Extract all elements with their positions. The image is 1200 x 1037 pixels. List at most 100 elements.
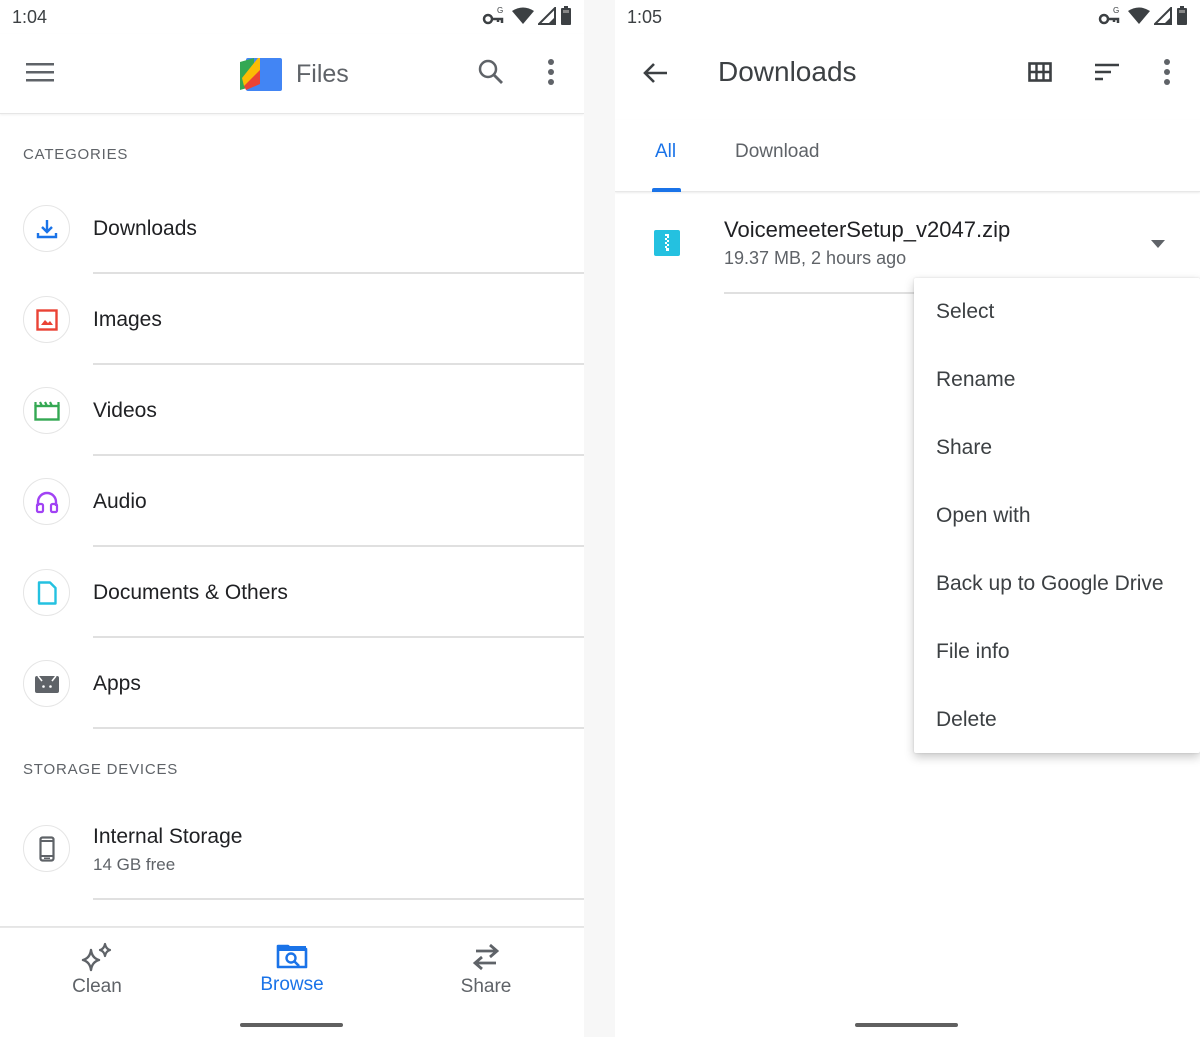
menu-item-select[interactable]: Select — [936, 300, 994, 324]
phone-icon — [38, 835, 55, 862]
vpn-key-icon: G — [1098, 6, 1120, 25]
category-apps[interactable]: Apps — [0, 639, 584, 730]
cell-signal-icon — [538, 7, 556, 25]
divider — [93, 363, 584, 365]
svg-text:G: G — [497, 6, 503, 15]
file-context-menu: Select Rename Share Open with Back up to… — [914, 278, 1200, 753]
home-gesture-bar[interactable] — [240, 1023, 343, 1027]
category-icon-circle — [23, 569, 70, 616]
menu-item-rename[interactable]: Rename — [936, 368, 1015, 392]
category-label: Documents & Others — [93, 581, 288, 604]
divider — [93, 898, 584, 900]
nav-clean[interactable]: Clean — [37, 942, 157, 998]
status-bar: 1:04 G — [0, 0, 584, 34]
search-icon — [478, 59, 503, 84]
zip-file-icon — [654, 230, 680, 256]
nav-label: Browse — [260, 974, 324, 995]
tab-bar: All Download — [615, 120, 1200, 192]
storage-free-space: 14 GB free — [93, 855, 176, 874]
folder-search-icon — [276, 944, 308, 969]
sort-button[interactable] — [1087, 52, 1127, 92]
status-bar: 1:05 G — [615, 0, 1200, 34]
menu-item-delete[interactable]: Delete — [936, 708, 997, 732]
menu-item-file-info[interactable]: File info — [936, 640, 1010, 664]
app-bar: Files — [0, 34, 584, 114]
search-button[interactable] — [471, 52, 511, 92]
category-videos[interactable]: Videos — [0, 366, 584, 457]
video-clapper-icon — [33, 401, 60, 421]
status-time: 1:05 — [627, 7, 663, 27]
dropdown-arrow-icon[interactable] — [1151, 240, 1165, 248]
menu-item-open-with[interactable]: Open with — [936, 504, 1031, 528]
app-title-text: Files — [296, 59, 349, 88]
storage-devices-header: STORAGE DEVICES — [23, 761, 179, 778]
page-title: Downloads — [718, 56, 857, 87]
grid-view-button[interactable] — [1020, 52, 1060, 92]
category-label: Apps — [93, 672, 141, 695]
nav-share[interactable]: Share — [426, 942, 546, 998]
sort-icon — [1095, 63, 1119, 81]
files-browse-screen: 1:04 G Files CATEGORIES Downloads Images… — [0, 0, 584, 1037]
category-label: Videos — [93, 399, 157, 422]
grid-view-icon — [1028, 62, 1052, 82]
file-meta: 19.37 MB, 2 hours ago — [724, 248, 907, 268]
sparkle-icon — [81, 942, 112, 972]
battery-icon — [1177, 6, 1187, 25]
tab-all[interactable]: All — [655, 141, 676, 163]
wifi-icon — [512, 7, 534, 24]
category-downloads[interactable]: Downloads — [0, 184, 584, 275]
tab-indicator — [652, 188, 681, 192]
image-icon — [35, 308, 58, 331]
menu-item-backup-drive[interactable]: Back up to Google Drive — [936, 572, 1164, 596]
storage-label: Internal Storage — [93, 825, 243, 848]
category-images[interactable]: Images — [0, 275, 584, 366]
divider — [93, 545, 584, 547]
wifi-icon — [1128, 7, 1150, 24]
more-options-button[interactable] — [531, 52, 571, 92]
home-gesture-bar[interactable] — [855, 1023, 958, 1027]
storage-internal[interactable]: Internal Storage 14 GB free — [0, 803, 584, 901]
category-icon-circle — [23, 387, 70, 434]
status-icons: G — [1098, 6, 1188, 26]
menu-item-share[interactable]: Share — [936, 436, 992, 460]
more-options-button[interactable] — [1147, 52, 1187, 92]
divider — [93, 636, 584, 638]
downloads-screen: 1:05 G Downloads All Download Voicemeete… — [615, 0, 1200, 1037]
status-icons: G — [482, 6, 572, 26]
document-icon — [37, 580, 57, 605]
category-label: Audio — [93, 490, 147, 513]
categories-header: CATEGORIES — [23, 146, 129, 163]
storage-icon-circle — [23, 825, 70, 872]
arrow-back-icon — [643, 63, 667, 83]
svg-text:G: G — [1113, 6, 1119, 15]
back-button[interactable] — [635, 53, 675, 93]
category-icon-circle — [23, 478, 70, 525]
download-icon — [36, 219, 57, 238]
hamburger-menu-icon — [26, 63, 54, 82]
nav-browse[interactable]: Browse — [232, 942, 352, 996]
cell-signal-icon — [1154, 7, 1172, 25]
android-icon — [34, 675, 59, 693]
category-icon-circle — [23, 660, 70, 707]
category-icon-circle — [23, 296, 70, 343]
category-label: Images — [93, 308, 162, 331]
category-label: Downloads — [93, 217, 197, 240]
files-logo-icon — [240, 58, 282, 91]
menu-button[interactable] — [20, 52, 60, 92]
tab-download[interactable]: Download — [735, 141, 820, 163]
divider — [93, 727, 584, 729]
vpn-key-icon: G — [482, 6, 504, 25]
divider — [93, 272, 584, 274]
headphones-icon — [35, 491, 58, 513]
nav-label: Share — [460, 976, 512, 997]
file-name: VoicemeeterSetup_v2047.zip — [724, 217, 1011, 242]
app-title: Files — [240, 56, 349, 92]
battery-icon — [561, 6, 571, 25]
category-icon-circle — [23, 205, 70, 252]
divider — [93, 454, 584, 456]
status-time: 1:04 — [12, 7, 48, 27]
category-documents[interactable]: Documents & Others — [0, 548, 584, 639]
swap-arrows-icon — [472, 943, 500, 971]
more-vert-icon — [1164, 59, 1170, 85]
category-audio[interactable]: Audio — [0, 457, 584, 548]
